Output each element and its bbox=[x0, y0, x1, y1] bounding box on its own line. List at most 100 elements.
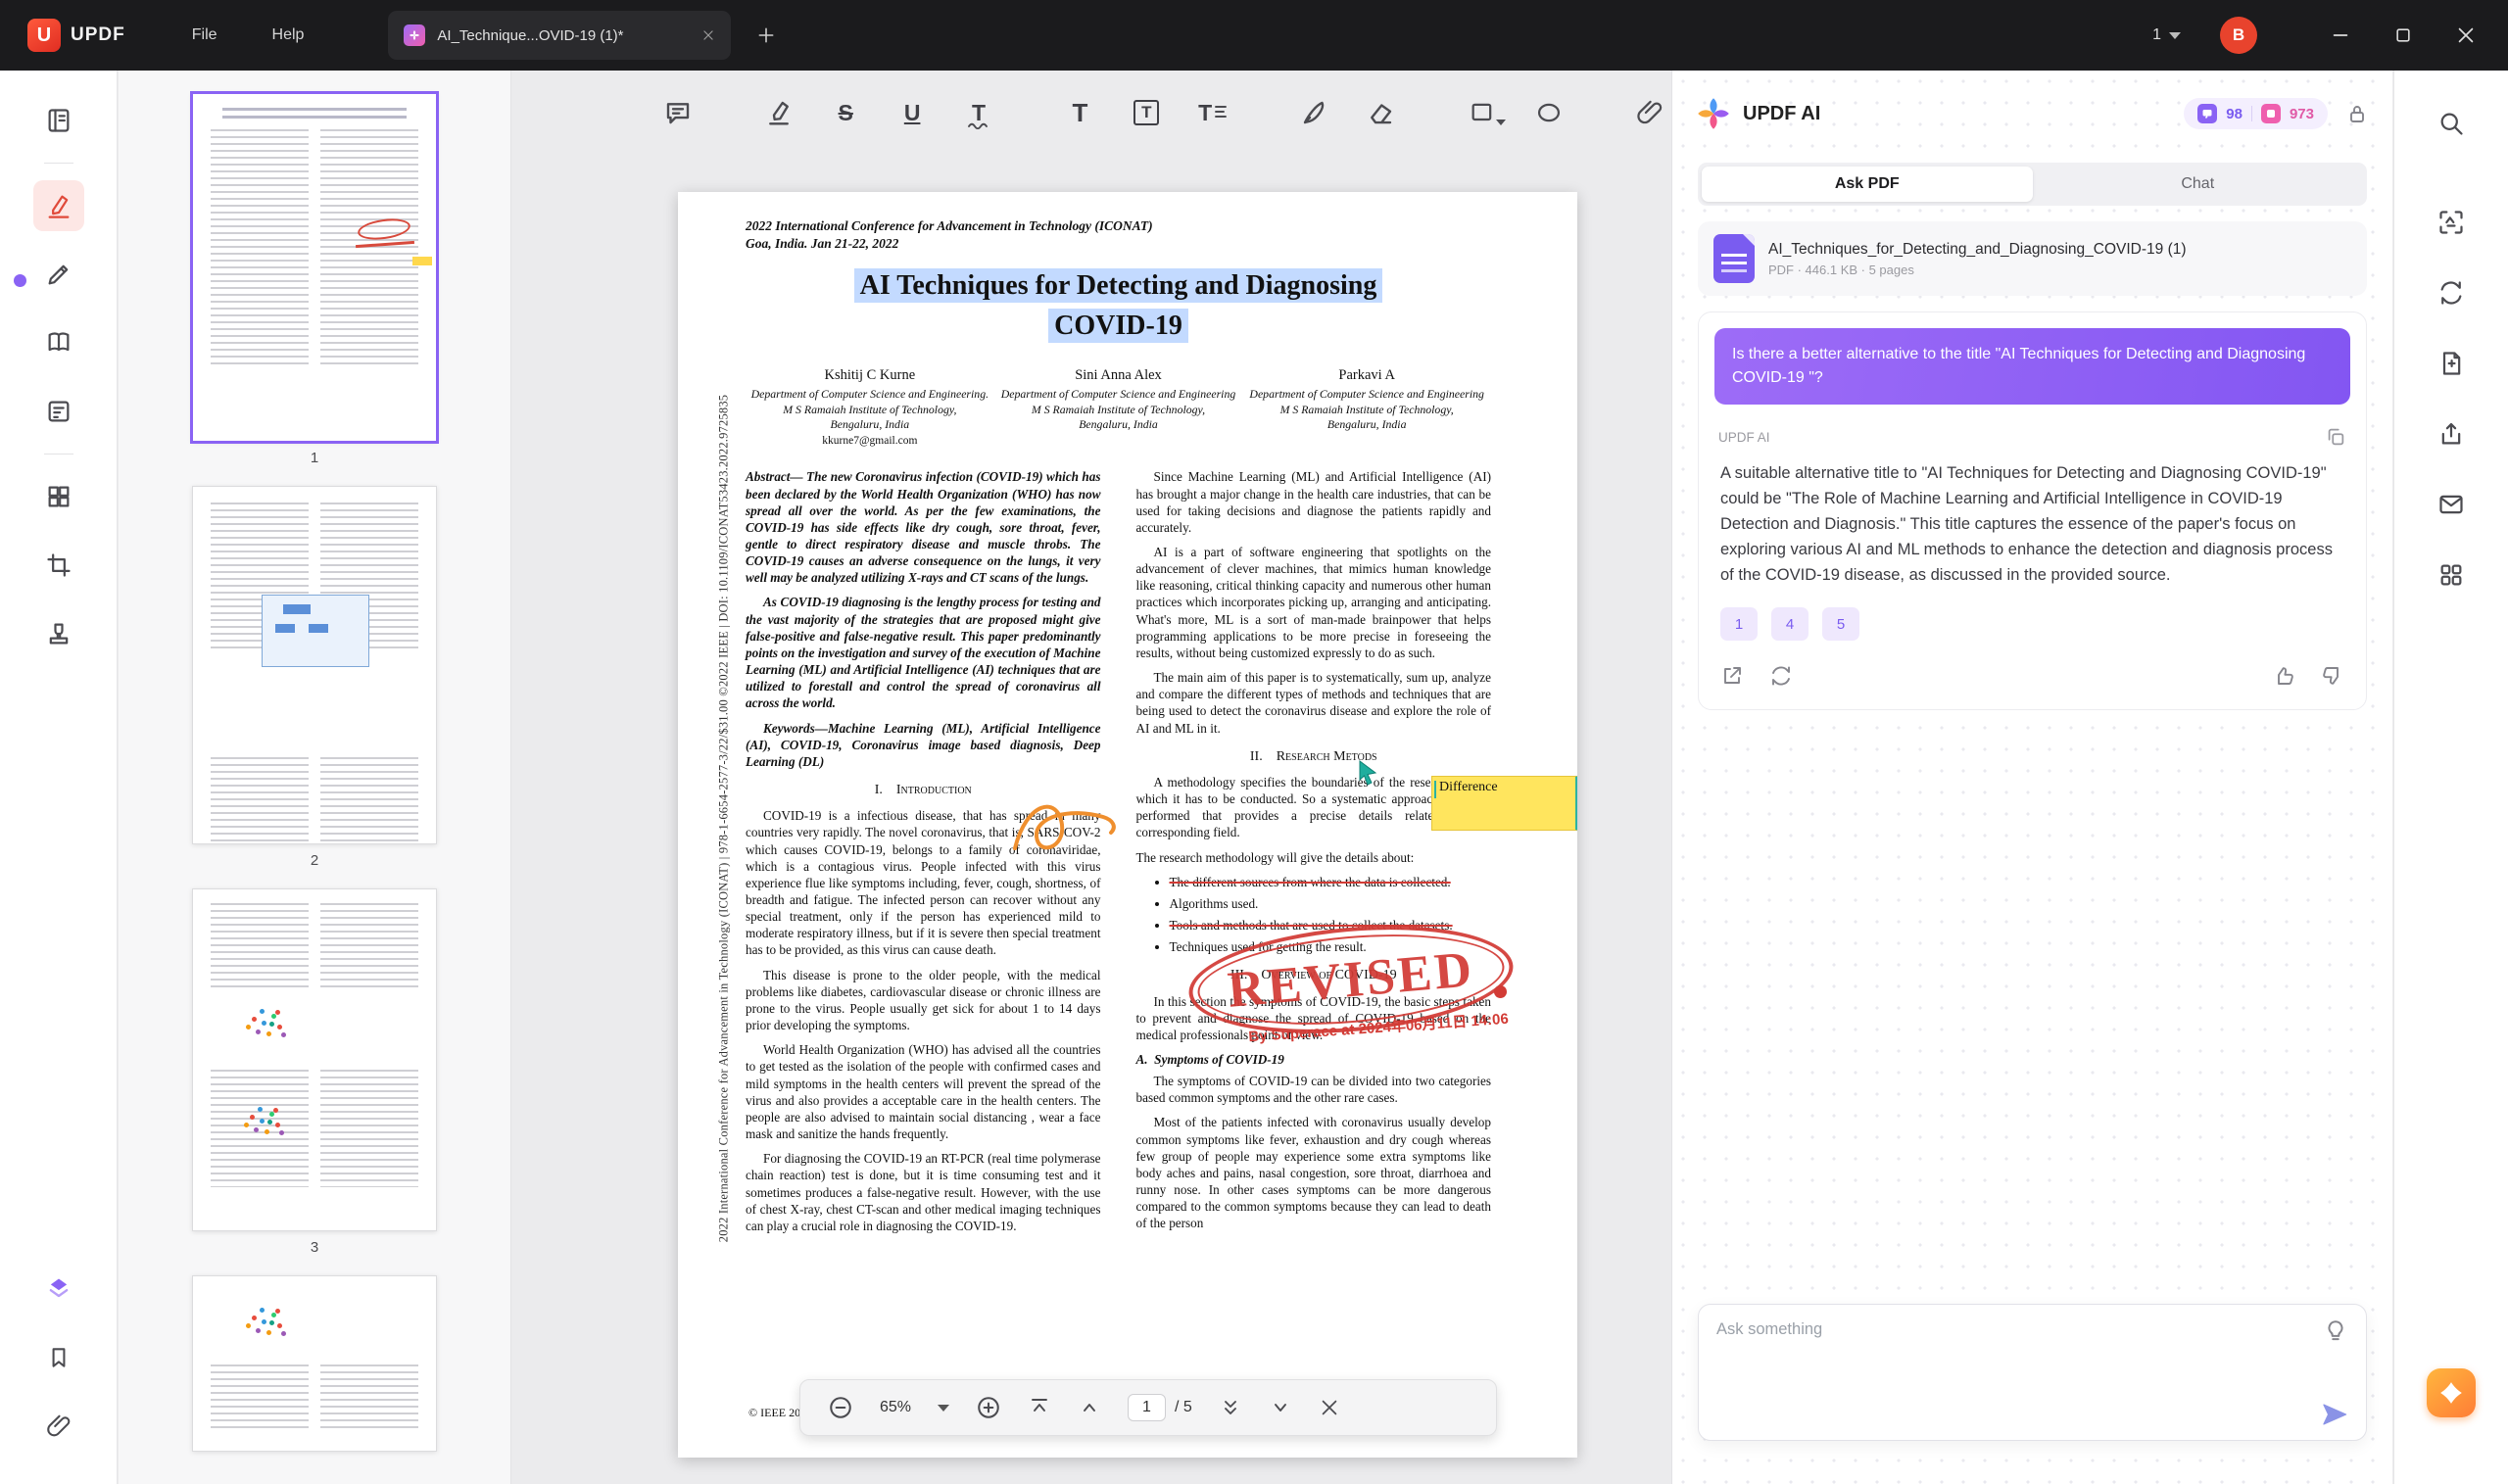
conference-location: Goa, India. Jan 21-22, 2022 bbox=[746, 235, 1491, 253]
text-box-icon[interactable]: T bbox=[1125, 90, 1168, 135]
pen-scribble-annotation[interactable] bbox=[1009, 788, 1127, 864]
page-thumbnail-1[interactable] bbox=[192, 93, 437, 442]
eraser-icon[interactable] bbox=[1360, 90, 1403, 135]
comment-tool-button[interactable] bbox=[656, 90, 699, 135]
prompt-ideas-icon[interactable] bbox=[2323, 1318, 2348, 1344]
paragraph: Abstract— The new Coronavirus infection … bbox=[746, 468, 1101, 586]
thumbs-down-icon[interactable] bbox=[2321, 664, 2344, 688]
chevron-down-icon[interactable] bbox=[1269, 1396, 1292, 1419]
typewriter-icon[interactable]: T bbox=[1191, 90, 1234, 135]
pdf-page: 2022 International Conference for Advanc… bbox=[678, 192, 1577, 1458]
chevron-up-icon[interactable] bbox=[1078, 1396, 1101, 1419]
highlighter-icon[interactable] bbox=[757, 90, 800, 135]
author-1: Kshitij C Kurne Department of Computer S… bbox=[746, 366, 994, 450]
answer-actions bbox=[1720, 664, 2344, 688]
ai-credits-badge[interactable]: 98 973 bbox=[2184, 98, 2328, 129]
strikethrough-icon[interactable]: S bbox=[824, 90, 867, 135]
updf-logo: U UPDF bbox=[27, 19, 125, 52]
convert-icon[interactable] bbox=[2427, 268, 2476, 317]
reader-tool[interactable] bbox=[33, 317, 84, 368]
search-icon[interactable] bbox=[2427, 99, 2476, 148]
apps-grid-icon[interactable] bbox=[2427, 551, 2476, 599]
ask-input[interactable] bbox=[1716, 1320, 2304, 1339]
file-name: AI_Techniques_for_Detecting_and_Diagnosi… bbox=[1768, 241, 2187, 259]
new-tab-button[interactable] bbox=[756, 25, 776, 45]
user-avatar[interactable]: B bbox=[2220, 17, 2257, 54]
bookmark-tool[interactable] bbox=[33, 1332, 84, 1383]
close-view-toolbar-icon[interactable] bbox=[1319, 1397, 1340, 1418]
lock-icon[interactable] bbox=[2345, 102, 2369, 125]
collapse-up-icon[interactable] bbox=[1028, 1396, 1051, 1419]
mini-diagram-node bbox=[275, 624, 295, 633]
thumbs-up-icon[interactable] bbox=[2272, 664, 2295, 688]
page-ref-chip[interactable]: 5 bbox=[1822, 607, 1859, 641]
ai-assistant-bubble[interactable] bbox=[2427, 1368, 2476, 1417]
titlebar: U UPDF File Help AI_Technique...OVID-19 … bbox=[0, 0, 2508, 71]
document-tab[interactable]: AI_Technique...OVID-19 (1)* bbox=[388, 11, 731, 60]
paper-title-line1: AI Techniques for Detecting and Diagnosi… bbox=[854, 268, 1383, 303]
paragraph: World Health Organization (WHO) has advi… bbox=[746, 1041, 1101, 1142]
assistant-label: UPDF AI bbox=[1718, 430, 1770, 445]
attachment-tool[interactable] bbox=[33, 1401, 84, 1452]
form-tool[interactable] bbox=[33, 386, 84, 437]
page-indicator: 1 / 5 bbox=[1128, 1394, 1192, 1421]
tab-close-icon[interactable] bbox=[701, 28, 715, 42]
stamp-tool[interactable] bbox=[33, 608, 84, 659]
extract-page-icon[interactable] bbox=[2427, 339, 2476, 388]
open-in-document-icon[interactable] bbox=[1720, 664, 1744, 688]
menu-file[interactable]: File bbox=[192, 26, 217, 44]
send-icon[interactable] bbox=[2321, 1401, 2348, 1428]
pdf-file-card[interactable]: AI_Techniques_for_Detecting_and_Diagnosi… bbox=[1698, 221, 2367, 296]
zoom-dropdown-caret[interactable] bbox=[938, 1405, 949, 1412]
page-footer: © IEEE 20 bbox=[748, 1406, 800, 1420]
divider bbox=[44, 163, 73, 164]
notification-count-dropdown[interactable]: 1 bbox=[2152, 26, 2181, 44]
user-message: Is there a better alternative to the tit… bbox=[1714, 328, 2350, 405]
menu-help[interactable]: Help bbox=[272, 26, 305, 44]
difference-note-annotation[interactable]: Difference bbox=[1431, 776, 1577, 831]
share-icon[interactable] bbox=[2427, 409, 2476, 458]
zoom-level[interactable]: 65% bbox=[880, 1399, 911, 1416]
zoom-out-icon[interactable] bbox=[828, 1395, 853, 1420]
copy-icon[interactable] bbox=[2325, 426, 2346, 448]
tab-ask-pdf[interactable]: Ask PDF bbox=[1702, 167, 2033, 202]
page-ref-chip[interactable]: 4 bbox=[1771, 607, 1809, 641]
zoom-in-icon[interactable] bbox=[976, 1395, 1001, 1420]
crop-tool[interactable] bbox=[33, 540, 84, 591]
updf-logo-icon: U bbox=[27, 19, 61, 52]
paragraph: The main aim of this paper is to systema… bbox=[1136, 669, 1492, 737]
page-number-label: 1 bbox=[119, 450, 510, 466]
tab-chat[interactable]: Chat bbox=[2033, 167, 2364, 202]
thumbnail-content bbox=[222, 108, 407, 121]
ocr-icon[interactable] bbox=[2427, 198, 2476, 247]
underline-icon[interactable]: U bbox=[891, 90, 934, 135]
cursor-pointer bbox=[1358, 760, 1381, 786]
page-thumbnail-4[interactable] bbox=[192, 1275, 437, 1452]
page-thumbnail-3[interactable] bbox=[192, 888, 437, 1231]
document-area: S U T T T T bbox=[511, 71, 1671, 1484]
ellipse-icon[interactable] bbox=[1527, 90, 1570, 135]
organize-pages-tool[interactable] bbox=[33, 471, 84, 522]
squiggly-underline-icon[interactable]: T bbox=[957, 90, 1000, 135]
shapes-icon[interactable] bbox=[1461, 90, 1504, 135]
page-thumbnail-2[interactable] bbox=[192, 486, 437, 844]
regenerate-icon[interactable] bbox=[1769, 664, 1793, 688]
text-highlight-icon[interactable]: T bbox=[1058, 90, 1101, 135]
thumbnail-panel: 1 2 3 bbox=[119, 71, 511, 1484]
page-number-label: 2 bbox=[119, 852, 510, 869]
mini-diagram-node bbox=[283, 604, 311, 614]
mail-icon[interactable] bbox=[2427, 480, 2476, 529]
edit-pdf-tool[interactable] bbox=[33, 249, 84, 300]
thumbnail-panel-toggle[interactable] bbox=[33, 95, 84, 146]
elements-tool[interactable] bbox=[33, 1264, 84, 1315]
maximize-button[interactable] bbox=[2381, 13, 2426, 58]
close-button[interactable] bbox=[2443, 13, 2488, 58]
annotate-tool[interactable] bbox=[33, 180, 84, 231]
minimize-button[interactable] bbox=[2318, 13, 2363, 58]
page-ref-chip[interactable]: 1 bbox=[1720, 607, 1758, 641]
double-chevron-down-icon[interactable] bbox=[1219, 1396, 1242, 1419]
pen-icon[interactable] bbox=[1293, 90, 1336, 135]
note-text: Difference bbox=[1439, 780, 1498, 794]
attachment-icon[interactable] bbox=[1628, 90, 1671, 135]
current-page-input[interactable]: 1 bbox=[1128, 1394, 1166, 1421]
